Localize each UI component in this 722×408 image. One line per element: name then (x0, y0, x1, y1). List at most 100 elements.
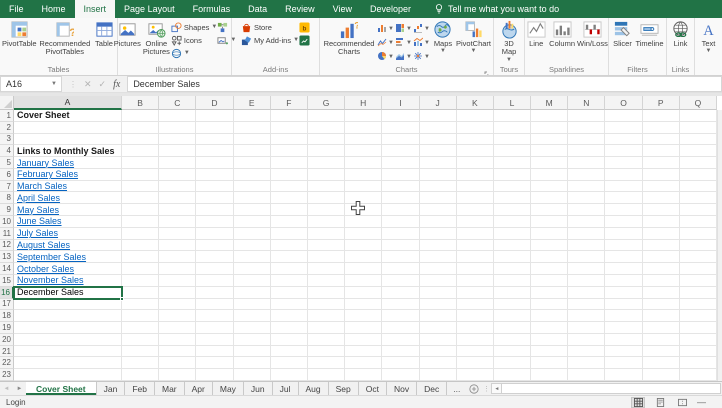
row-header-5[interactable]: 5 (0, 157, 14, 169)
cell-A4[interactable]: Links to Monthly Sales (14, 145, 122, 157)
cell[interactable] (196, 204, 233, 216)
cell[interactable] (494, 310, 531, 322)
cell[interactable] (643, 122, 680, 134)
cell[interactable] (457, 145, 494, 157)
cell[interactable] (159, 134, 196, 146)
row-header-10[interactable]: 10 (0, 216, 14, 228)
enter-button[interactable]: ✓ (99, 79, 107, 90)
text-button[interactable]: AText▼ (697, 19, 721, 65)
cell[interactable] (494, 299, 531, 311)
cell[interactable] (159, 263, 196, 275)
cell[interactable] (531, 251, 568, 263)
maps-button[interactable]: Maps▼ (431, 19, 455, 65)
slicer-button[interactable]: Slicer (610, 19, 634, 65)
cell[interactable] (568, 157, 605, 169)
cell[interactable] (643, 299, 680, 311)
cell[interactable] (308, 228, 345, 240)
cell[interactable] (196, 369, 233, 381)
cell[interactable] (680, 310, 717, 322)
cell[interactable] (494, 110, 531, 122)
cell[interactable] (196, 310, 233, 322)
cell[interactable] (308, 192, 345, 204)
cell[interactable] (159, 346, 196, 358)
name-box[interactable]: A16 ▼ (0, 76, 62, 92)
column-header-J[interactable]: J (420, 96, 457, 110)
cell[interactable] (122, 134, 159, 146)
cell[interactable] (345, 110, 382, 122)
cell[interactable] (420, 287, 457, 299)
cell[interactable] (605, 204, 642, 216)
column-header-C[interactable]: C (159, 96, 196, 110)
cell[interactable] (531, 169, 568, 181)
cell[interactable] (122, 110, 159, 122)
column-header-M[interactable]: M (531, 96, 568, 110)
cell[interactable] (122, 287, 159, 299)
cell[interactable] (531, 346, 568, 358)
cell[interactable] (122, 357, 159, 369)
cell[interactable] (271, 369, 308, 381)
cell[interactable] (382, 134, 419, 146)
cell[interactable] (234, 299, 271, 311)
cell[interactable] (345, 145, 382, 157)
cell[interactable] (271, 263, 308, 275)
cell[interactable] (643, 357, 680, 369)
column-button[interactable]: Column (548, 19, 576, 65)
cell[interactable] (494, 251, 531, 263)
cell[interactable] (234, 216, 271, 228)
cell[interactable] (271, 181, 308, 193)
cell[interactable] (605, 228, 642, 240)
cell[interactable] (494, 181, 531, 193)
ribbon-tab-view[interactable]: View (324, 0, 361, 18)
cell[interactable] (568, 122, 605, 134)
link-button[interactable]: Link (669, 19, 693, 65)
cell[interactable] (382, 192, 419, 204)
cell[interactable] (494, 240, 531, 252)
cell[interactable] (494, 357, 531, 369)
row-header-20[interactable]: 20 (0, 334, 14, 346)
cell[interactable] (14, 122, 122, 134)
cell[interactable] (494, 275, 531, 287)
cell[interactable] (308, 369, 345, 381)
cell[interactable] (494, 157, 531, 169)
row-header-3[interactable]: 3 (0, 134, 14, 146)
cell[interactable] (159, 216, 196, 228)
cell[interactable] (605, 299, 642, 311)
cell[interactable] (234, 369, 271, 381)
cell[interactable] (457, 251, 494, 263)
cell[interactable] (196, 134, 233, 146)
cell[interactable] (196, 287, 233, 299)
column-header-O[interactable]: O (605, 96, 642, 110)
cell[interactable] (159, 145, 196, 157)
cell[interactable] (234, 357, 271, 369)
cell[interactable] (643, 169, 680, 181)
cell[interactable] (308, 322, 345, 334)
recommended-pivottables-button[interactable]: ?Recommended PivotTables (38, 19, 92, 65)
cell[interactable] (420, 299, 457, 311)
cell[interactable] (420, 157, 457, 169)
insert-function-button[interactable]: fx (113, 79, 120, 90)
cell[interactable] (196, 334, 233, 346)
cell[interactable] (196, 181, 233, 193)
cell[interactable] (308, 299, 345, 311)
cell[interactable] (420, 240, 457, 252)
cell[interactable] (271, 228, 308, 240)
insert-area-chart-button[interactable]: ▼ (395, 50, 413, 64)
cell[interactable] (680, 169, 717, 181)
cell[interactable] (420, 251, 457, 263)
cell[interactable] (382, 310, 419, 322)
cell[interactable] (308, 181, 345, 193)
cell[interactable] (494, 228, 531, 240)
cell[interactable] (568, 310, 605, 322)
cell[interactable] (345, 287, 382, 299)
sheet-tab-cover-sheet[interactable]: Cover Sheet (26, 382, 97, 395)
cell[interactable] (643, 346, 680, 358)
insert-scatter-chart-button[interactable]: ▼ (413, 50, 431, 64)
cell[interactable] (14, 357, 122, 369)
row-header-12[interactable]: 12 (0, 240, 14, 252)
cell[interactable] (531, 287, 568, 299)
cell[interactable] (308, 310, 345, 322)
cell[interactable] (234, 263, 271, 275)
sheet-nav-left-button[interactable]: ◄ (0, 382, 13, 395)
cell[interactable] (159, 287, 196, 299)
cell[interactable] (271, 134, 308, 146)
